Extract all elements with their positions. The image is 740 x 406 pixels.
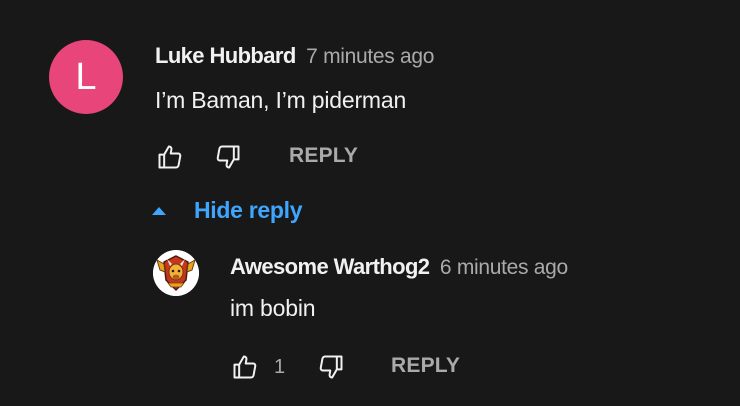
reply-button[interactable]: REPLY xyxy=(289,144,358,168)
comment-header: Luke Hubbard 7 minutes ago xyxy=(155,43,434,69)
thumb-up-icon xyxy=(158,145,182,169)
reply-author[interactable]: Awesome Warthog2 xyxy=(230,254,430,279)
comment-text: I’m Baman, I’m piderman xyxy=(155,87,407,113)
like-button[interactable] xyxy=(230,352,260,382)
avatar[interactable] xyxy=(153,250,199,296)
hide-replies-label: Hide reply xyxy=(194,197,303,223)
caret-up-icon xyxy=(152,206,166,215)
avatar[interactable]: L xyxy=(49,40,123,114)
thumb-up-icon xyxy=(233,355,257,379)
reply-button[interactable]: REPLY xyxy=(391,354,460,378)
hide-replies-button[interactable]: Hide reply xyxy=(152,197,303,224)
thumb-down-icon xyxy=(319,355,343,379)
avatar-letter: L xyxy=(75,55,97,98)
thumb-down-icon xyxy=(216,145,240,169)
dislike-button[interactable] xyxy=(316,352,346,382)
like-count: 1 xyxy=(274,356,286,378)
comment-author[interactable]: Luke Hubbard xyxy=(155,43,296,68)
comment-timestamp[interactable]: 7 minutes ago xyxy=(306,45,434,68)
warthog-avatar xyxy=(153,250,199,296)
reply-timestamp[interactable]: 6 minutes ago xyxy=(440,256,568,279)
dislike-button[interactable] xyxy=(213,142,243,172)
reply-text: im bobin xyxy=(230,295,316,321)
like-button[interactable] xyxy=(155,142,185,172)
reply-header: Awesome Warthog2 6 minutes ago xyxy=(230,254,568,280)
